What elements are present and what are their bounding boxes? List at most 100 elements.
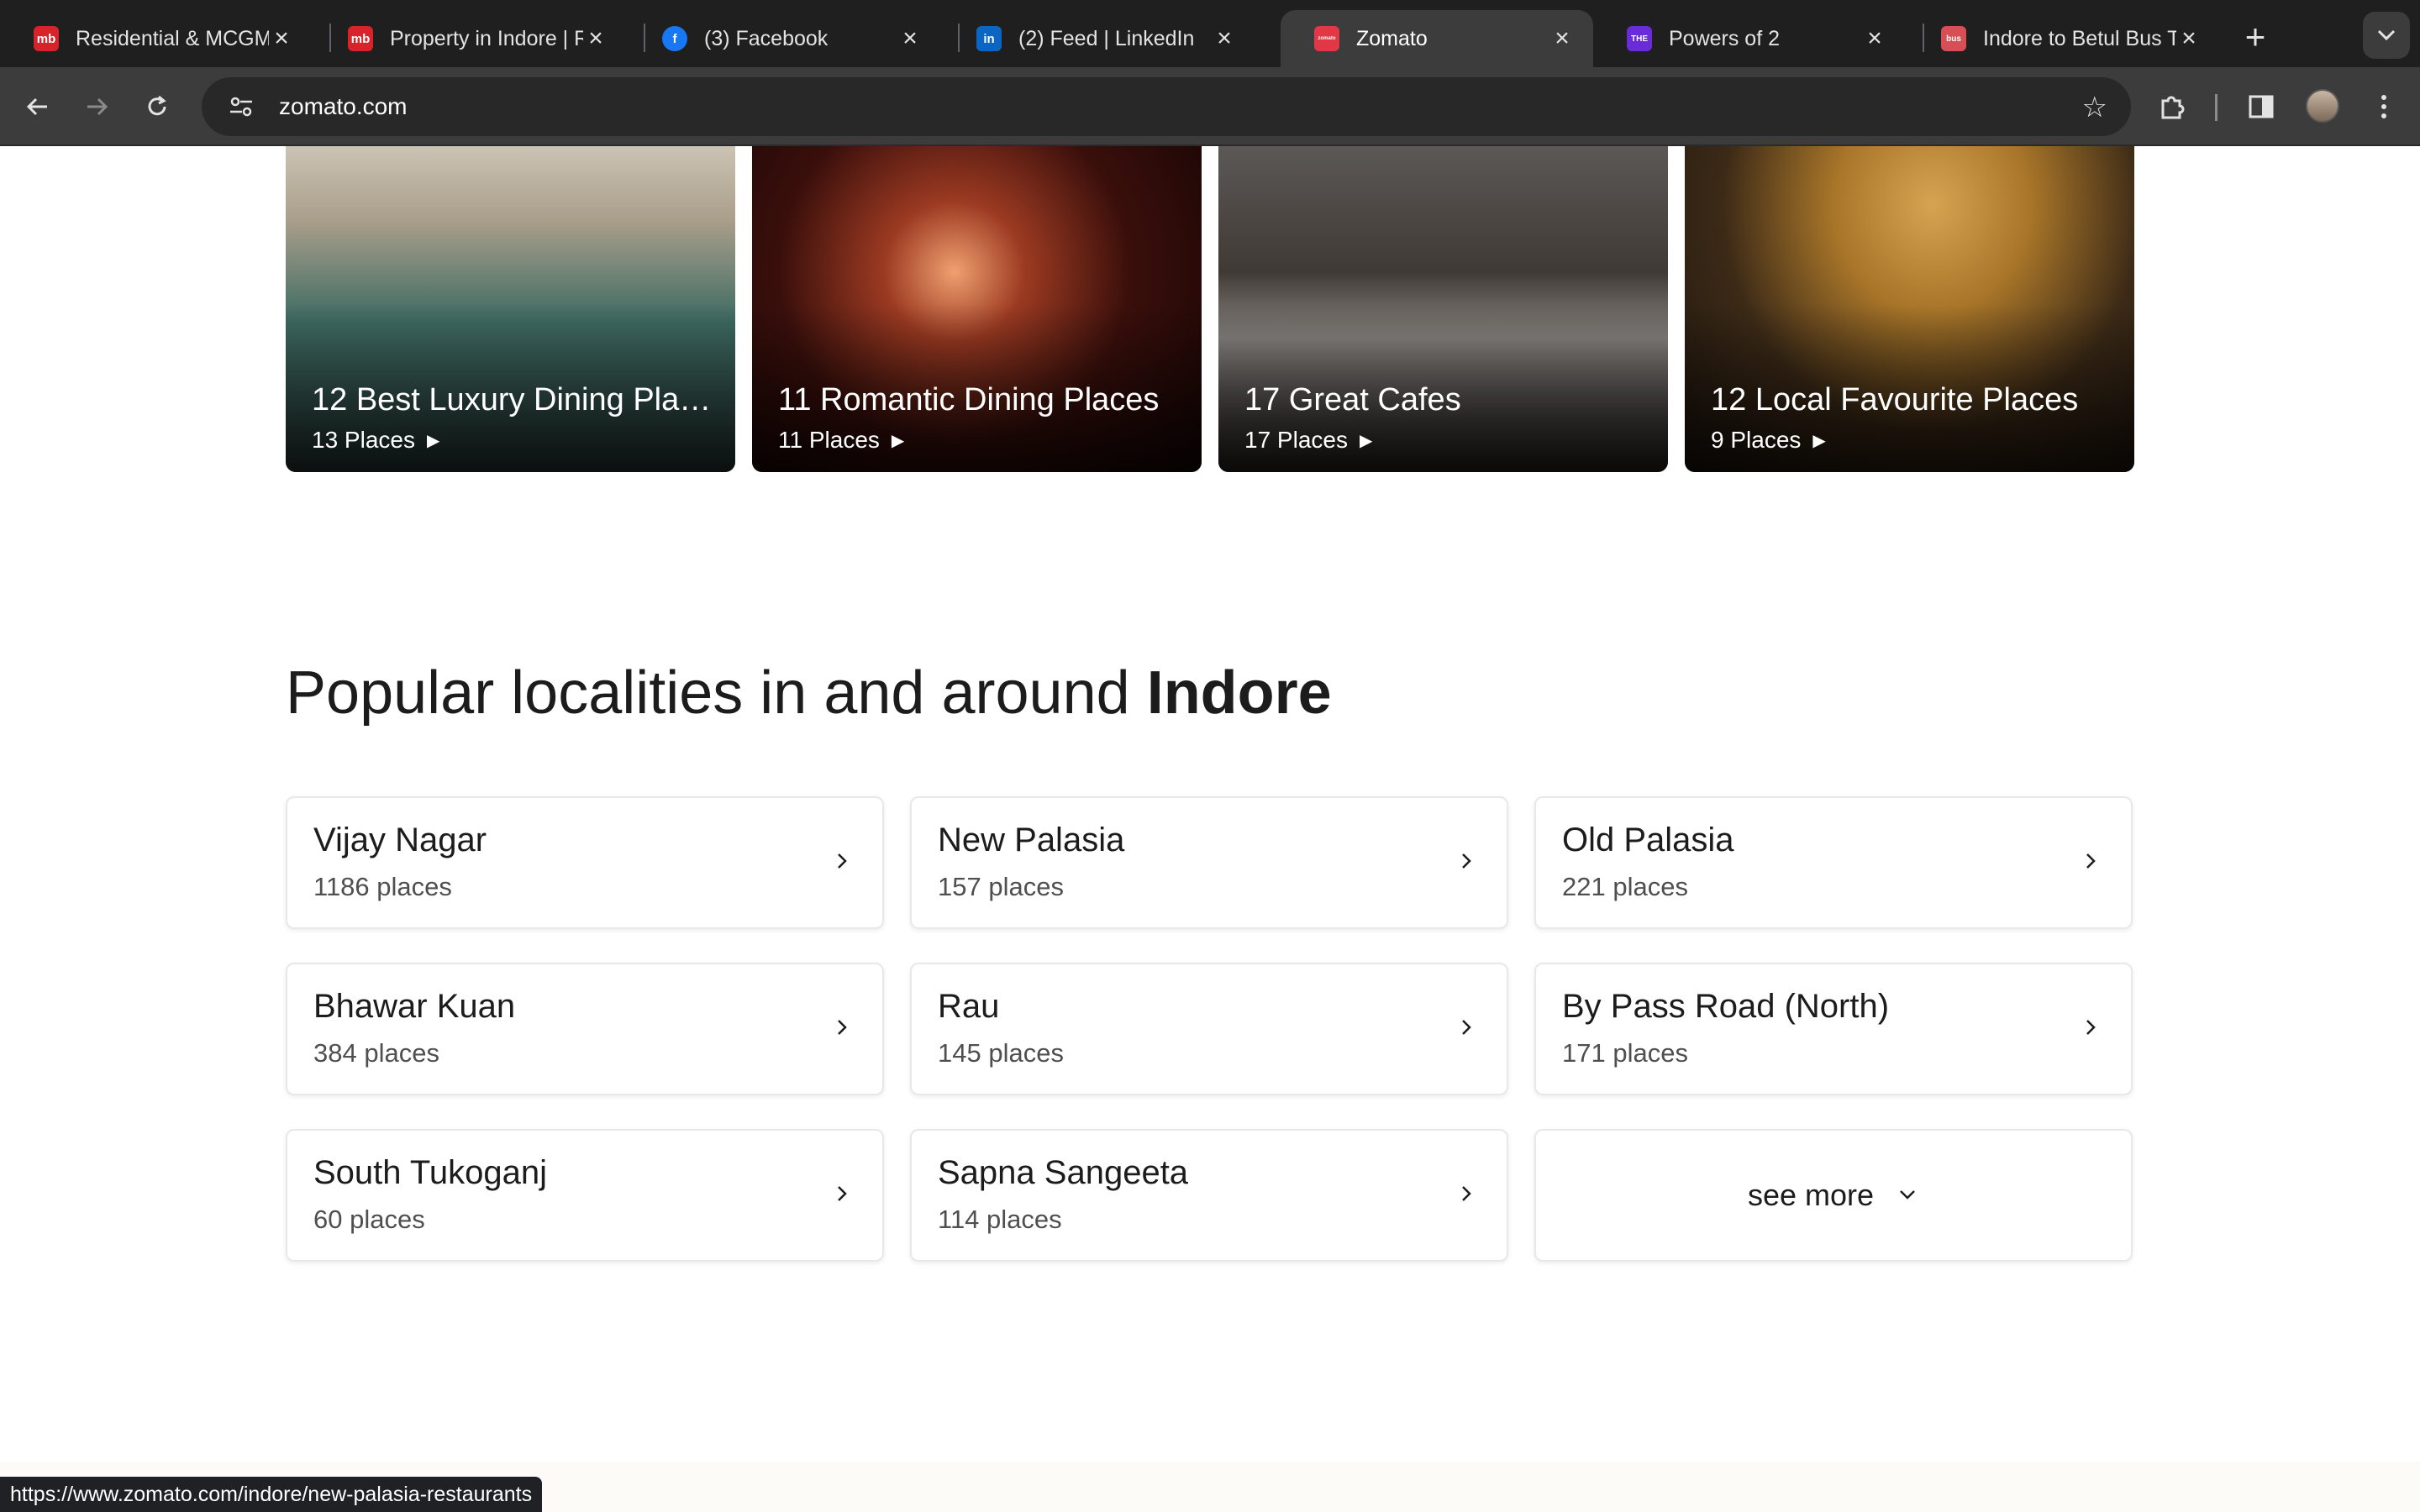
see-more-button[interactable]: see more (1534, 1129, 2133, 1262)
extensions-icon[interactable] (2151, 86, 2193, 128)
locality-name: New Palasia (938, 822, 1125, 858)
collection-card[interactable]: 12 Local Favourite Places 9 Places ▶ (1685, 146, 2134, 472)
close-icon[interactable]: × (1862, 24, 1887, 53)
chevron-down-icon (2377, 29, 2396, 41)
locality-count: 1186 places (313, 872, 452, 901)
caret-right-icon: ▶ (1812, 431, 1826, 450)
side-panel-icon[interactable] (2240, 86, 2282, 128)
localities-heading: Popular localities in and around Indore (286, 659, 1332, 727)
close-icon[interactable]: × (2176, 24, 2202, 53)
localities-heading-text: Popular localities in and around (286, 659, 1130, 727)
magicbricks-favicon-icon: mb (348, 26, 373, 51)
locality-count: 157 places (938, 872, 1064, 901)
chevron-down-icon (1900, 1190, 1915, 1200)
locality-count: 384 places (313, 1038, 439, 1068)
chevron-right-icon (2086, 1020, 2096, 1035)
tab-title: Residential & MCGM (76, 26, 269, 50)
bus-favicon-icon: bus (1941, 26, 1966, 51)
status-bar-url: https://www.zomato.com/indore/new-palasi… (0, 1477, 543, 1512)
locality-name: Sapna Sangeeta (938, 1154, 1189, 1191)
zomato-page: 12 Best Luxury Dining Plac... 13 Places ▶… (0, 146, 2420, 1512)
collection-count-text: 9 Places (1711, 427, 1802, 453)
facebook-favicon-icon: f (662, 26, 687, 51)
collection-title: 17 Great Cafes (1244, 382, 1461, 417)
chevron-right-icon (1462, 1020, 1471, 1035)
toolbar-divider (2215, 94, 2217, 121)
url-text: zomato.com (279, 93, 408, 119)
close-icon[interactable]: × (897, 24, 923, 53)
zomato-favicon-icon: zomato (1314, 26, 1339, 51)
collections-row: 12 Best Luxury Dining Plac... 13 Places ▶… (286, 146, 2134, 472)
back-button[interactable] (17, 86, 59, 128)
locality-card[interactable]: New Palasia 157 places (910, 796, 1508, 929)
locality-card[interactable]: Old Palasia 221 places (1534, 796, 2133, 929)
locality-card[interactable]: Bhawar Kuan 384 places (286, 963, 884, 1095)
collection-card[interactable]: 17 Great Cafes 17 Places ▶ (1218, 146, 1668, 472)
locality-count: 60 places (313, 1205, 425, 1234)
browser-tab[interactable]: f (3) Facebook × (629, 10, 941, 67)
locality-count: 114 places (938, 1205, 1062, 1234)
arrow-right-icon (87, 97, 108, 116)
locality-name: Rau (938, 988, 1000, 1025)
chevron-right-icon (838, 853, 847, 869)
collection-count-text: 17 Places (1244, 427, 1348, 453)
chevron-right-icon (1462, 1186, 1471, 1201)
locality-card[interactable]: South Tukoganj 60 places (286, 1129, 884, 1262)
locality-card[interactable]: Sapna Sangeeta 114 places (910, 1129, 1508, 1262)
close-icon[interactable]: × (1212, 24, 1237, 53)
chevron-right-icon (838, 1186, 847, 1201)
magicbricks-favicon-icon: mb (34, 26, 59, 51)
close-icon[interactable]: × (1549, 24, 1575, 53)
browser-tab-active[interactable]: zomato Zomato × (1281, 10, 1593, 67)
linkedin-favicon-icon: in (976, 26, 1002, 51)
address-bar[interactable]: zomato.com ☆ (202, 77, 2131, 136)
tab-title: (2) Feed | LinkedIn (1018, 26, 1195, 50)
caret-right-icon: ▶ (891, 431, 905, 450)
locality-count: 171 places (1562, 1038, 1688, 1068)
browser-tab[interactable]: mb Property in Indore | R × (314, 10, 627, 67)
reload-button[interactable] (136, 86, 178, 128)
locality-card[interactable]: Rau 145 places (910, 963, 1508, 1095)
menu-kebab-icon[interactable] (2363, 86, 2405, 128)
collection-count: 11 Places ▶ (778, 427, 904, 454)
close-icon[interactable]: × (583, 24, 608, 53)
browser-tab[interactable]: THE Powers of 2 × (1593, 10, 1906, 67)
new-tab-button[interactable]: + (2232, 13, 2279, 60)
collection-card[interactable]: 11 Romantic Dining Places 11 Places ▶ (752, 146, 1202, 472)
caret-right-icon: ▶ (426, 431, 440, 450)
collection-count: 17 Places ▶ (1244, 427, 1372, 454)
caret-right-icon: ▶ (1359, 431, 1373, 450)
browser-tab-strip: mb Residential & MCGM × mb Property in I… (0, 0, 2420, 67)
collection-count-text: 13 Places (312, 427, 415, 453)
profile-avatar[interactable] (2306, 89, 2339, 123)
bookmark-star-icon[interactable]: ☆ (2082, 91, 2107, 124)
see-more-label: see more (1747, 1178, 1875, 1212)
locality-name: Old Palasia (1562, 822, 1734, 858)
locality-name: South Tukoganj (313, 1154, 547, 1191)
locality-name: Vijay Nagar (313, 822, 487, 858)
browser-tab[interactable]: in (2) Feed | LinkedIn × (943, 10, 1255, 67)
locality-count: 145 places (938, 1038, 1064, 1068)
forward-button[interactable] (76, 86, 118, 128)
theguru-favicon-icon: THE (1627, 26, 1652, 51)
locality-count: 221 places (1562, 872, 1688, 901)
collection-title: 11 Romantic Dining Places (778, 382, 1160, 417)
tab-title: (3) Facebook (704, 26, 829, 50)
site-info-icon[interactable] (212, 96, 271, 118)
locality-card[interactable]: Vijay Nagar 1186 places (286, 796, 884, 929)
arrow-left-icon (26, 97, 47, 116)
tab-search-button[interactable] (2363, 12, 2410, 59)
collection-count: 13 Places ▶ (312, 427, 439, 454)
locality-card[interactable]: By Pass Road (North) 171 places (1534, 963, 2133, 1095)
localities-city: Indore (1146, 659, 1332, 727)
tab-title: Powers of 2 (1669, 26, 1781, 50)
collection-count: 9 Places ▶ (1711, 427, 1826, 454)
collection-card[interactable]: 12 Best Luxury Dining Plac... 13 Places ▶ (286, 146, 735, 472)
chevron-right-icon (838, 1020, 847, 1035)
tab-title: Zomato (1356, 26, 1428, 50)
chevron-right-icon (1462, 853, 1471, 869)
tab-title: Property in Indore | R (390, 26, 583, 50)
browser-tab[interactable]: mb Residential & MCGM × (0, 10, 313, 67)
close-icon[interactable]: × (269, 24, 294, 53)
browser-tab[interactable]: bus Indore to Betul Bus T × (1907, 10, 2220, 67)
